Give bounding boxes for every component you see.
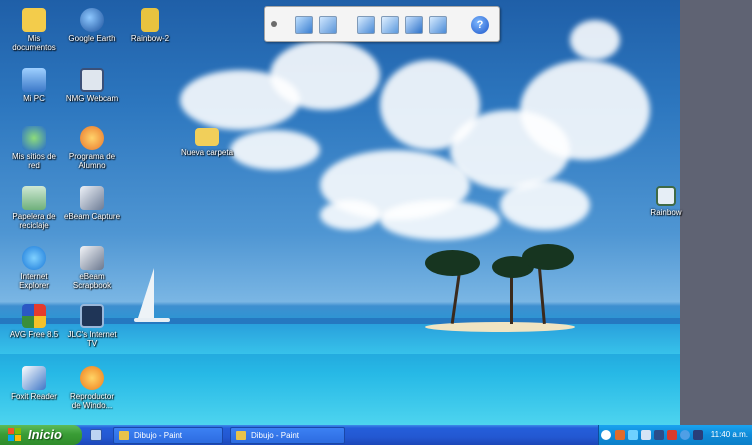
taskbar-item-paint-2[interactable]: Dibujo - Paint xyxy=(230,427,345,444)
tray-volume-icon[interactable] xyxy=(693,430,703,440)
paint-icon xyxy=(119,431,129,440)
desktop-icon-papelera[interactable]: Papelera de reciclaje xyxy=(3,186,65,230)
clock: 11:40 a.m. xyxy=(710,430,748,439)
toolbar-button-1[interactable] xyxy=(295,16,313,34)
tray-expand-icon[interactable] xyxy=(601,430,611,440)
taskbar-item-paint-1[interactable]: Dibujo - Paint xyxy=(113,427,223,444)
rainbow-book-icon xyxy=(141,8,159,32)
desktop-icon-avg[interactable]: AVG Free 8.5 xyxy=(3,304,65,339)
tray-network-icon[interactable] xyxy=(628,430,638,440)
tray-app-icon[interactable] xyxy=(615,430,625,440)
desktop-icon-rainbow[interactable]: Rainbow xyxy=(646,186,686,217)
desktop-icon-google-earth[interactable]: Google Earth xyxy=(61,8,123,43)
foxit-reader-icon xyxy=(22,366,46,390)
folder-icon xyxy=(195,128,219,146)
toolbar-button-5[interactable] xyxy=(405,16,423,34)
desktop-icon-mis-sitios-de-red[interactable]: Mis sitios de red xyxy=(3,126,65,170)
desktop-icon-programa-de-alumno[interactable]: Programa de Alumno xyxy=(61,126,123,170)
desktop-icon-nueva-carpeta[interactable]: Nueva carpeta xyxy=(176,128,238,157)
sailboat xyxy=(138,268,154,318)
start-button[interactable]: Inicio xyxy=(0,425,82,445)
toolbar-grip-icon[interactable] xyxy=(271,21,277,27)
desktop-icon-ebeam-scrapbook[interactable]: eBeam Scrapbook xyxy=(61,246,123,290)
toolbar-button-6[interactable] xyxy=(429,16,447,34)
desktop-icon-mis-documentos[interactable]: Mis documentos xyxy=(3,8,65,52)
taskbar: Inicio Dibujo - Paint Dibujo - Paint 11:… xyxy=(0,425,752,445)
desktop-icon-rainbow-2[interactable]: Rainbow-2 xyxy=(119,8,181,43)
show-desktop-icon[interactable] xyxy=(90,429,102,441)
desktop-icon-ebeam-capture[interactable]: eBeam Capture xyxy=(61,186,123,221)
desktop-icon-internet-explorer[interactable]: Internet Explorer xyxy=(3,246,65,290)
folder-documents-icon xyxy=(22,8,46,32)
webcam-icon xyxy=(80,68,104,92)
internet-explorer-icon xyxy=(22,246,46,270)
network-places-icon xyxy=(22,126,46,150)
tray-shield-icon[interactable] xyxy=(667,430,677,440)
computer-icon xyxy=(22,68,46,92)
ebeam-scrapbook-icon xyxy=(80,246,104,270)
internet-tv-icon xyxy=(80,304,104,328)
media-player-icon xyxy=(80,366,104,390)
desktop-icon-mi-pc[interactable]: Mi PC xyxy=(3,68,65,103)
desktop-icon-media-player[interactable]: Reproductor de Windo... xyxy=(61,366,123,410)
tray-monitor-icon[interactable] xyxy=(654,430,664,440)
floating-toolbar: ? xyxy=(264,6,500,42)
avg-antivirus-icon xyxy=(22,304,46,328)
google-earth-icon xyxy=(80,8,104,32)
desktop-icon-foxit-reader[interactable]: Foxit Reader xyxy=(3,366,65,401)
tray-display-icon[interactable] xyxy=(641,430,651,440)
toolbar-button-2[interactable] xyxy=(319,16,337,34)
island xyxy=(425,322,575,332)
toolbar-button-4[interactable] xyxy=(381,16,399,34)
system-tray: 11:40 a.m. xyxy=(598,425,752,445)
rainbow-app-icon xyxy=(656,186,676,206)
paint-icon xyxy=(236,431,246,440)
desktop-icon-nmg-webcam[interactable]: NMG Webcam xyxy=(61,68,123,103)
start-label: Inicio xyxy=(28,427,62,442)
desktop-right-strip xyxy=(680,0,752,425)
student-program-icon xyxy=(80,126,104,150)
windows-flag-icon xyxy=(8,428,21,441)
recycle-bin-icon xyxy=(22,186,46,210)
help-icon[interactable]: ? xyxy=(471,16,489,34)
desktop-icon-internet-tv[interactable]: JLC's Internet TV xyxy=(61,304,123,348)
tray-globe-icon[interactable] xyxy=(680,430,690,440)
toolbar-button-3[interactable] xyxy=(357,16,375,34)
ebeam-capture-icon xyxy=(80,186,104,210)
